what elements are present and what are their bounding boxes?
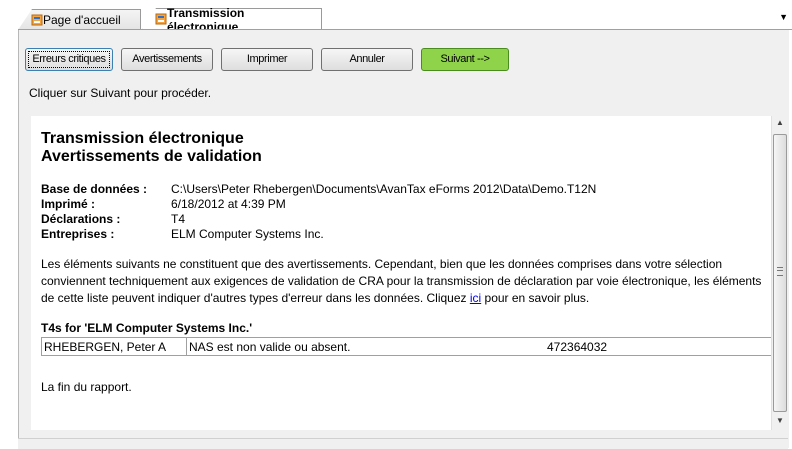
meta-label: Déclarations : <box>41 212 121 226</box>
meta-value: T4 <box>171 212 186 226</box>
report-icon <box>31 14 43 26</box>
tab-transmission-electronique[interactable]: Transmission électronique <box>142 8 322 30</box>
meta-label: Entreprises : <box>41 227 115 241</box>
report-metadata: Base de données : C:\Users\Peter Rheberg… <box>41 182 776 242</box>
scroll-up-icon[interactable]: ▲ <box>776 118 784 127</box>
report-subtitle: Avertissements de validation <box>41 148 262 165</box>
report-end-text: La fin du rapport. <box>41 380 132 394</box>
report-icon <box>155 13 167 25</box>
grip-icon <box>777 267 783 276</box>
tab-page-accueil[interactable]: Page d'accueil <box>18 9 141 30</box>
critical-errors-button[interactable]: Erreurs critiques <box>25 48 113 71</box>
next-button[interactable]: Suivant --> <box>421 48 509 71</box>
scrollbar-thumb[interactable] <box>773 134 787 412</box>
employee-name-cell: RHEBERGEN, Peter A <box>41 337 187 356</box>
meta-value: ELM Computer Systems Inc. <box>171 227 324 241</box>
warning-value-cell: 472364032 <box>461 337 773 356</box>
table-row: RHEBERGEN, Peter A NAS est non valide ou… <box>41 337 773 356</box>
warning-explanation: Les éléments suivants ne constituent que… <box>41 256 771 307</box>
report-title: Transmission électronique <box>41 130 244 147</box>
tab-list-dropdown-icon[interactable]: ▼ <box>779 12 788 22</box>
meta-value: 6/18/2012 at 4:39 PM <box>171 197 286 211</box>
tab-strip: Page d'accueil Transmission électronique… <box>0 0 792 30</box>
meta-row-printed: Imprimé : 6/18/2012 at 4:39 PM <box>41 197 776 212</box>
instruction-text: Cliquer sur Suivant pour procéder. <box>29 86 212 100</box>
meta-row-companies: Entreprises : ELM Computer Systems Inc. <box>41 227 776 242</box>
horizontal-scrollbar[interactable] <box>18 438 788 449</box>
meta-label: Imprimé : <box>41 197 96 211</box>
more-info-link[interactable]: ici <box>470 291 481 305</box>
explanation-text: Les éléments suivants ne constituent que… <box>41 257 762 305</box>
meta-row-declarations: Déclarations : T4 <box>41 212 776 227</box>
warnings-table: RHEBERGEN, Peter A NAS est non valide ou… <box>41 337 773 356</box>
report-view: Transmission électronique Avertissements… <box>31 116 780 430</box>
scroll-down-icon[interactable]: ▼ <box>776 416 784 425</box>
main-panel: Erreurs critiques Avertissements Imprime… <box>18 30 789 448</box>
meta-row-database: Base de données : C:\Users\Peter Rheberg… <box>41 182 776 197</box>
warnings-button[interactable]: Avertissements <box>121 48 213 71</box>
cancel-button[interactable]: Annuler <box>321 48 413 71</box>
explanation-text-end: pour en savoir plus. <box>481 291 590 305</box>
print-button[interactable]: Imprimer <box>221 48 313 71</box>
vertical-scrollbar[interactable]: ▲ ▼ <box>771 116 789 430</box>
warning-message-cell: NAS est non valide ou absent. <box>186 337 461 356</box>
section-title: T4s for 'ELM Computer Systems Inc.' <box>41 321 253 335</box>
tab-label: Page d'accueil <box>43 13 121 27</box>
meta-label: Base de données : <box>41 182 148 196</box>
meta-value: C:\Users\Peter Rhebergen\Documents\AvanT… <box>171 182 597 196</box>
